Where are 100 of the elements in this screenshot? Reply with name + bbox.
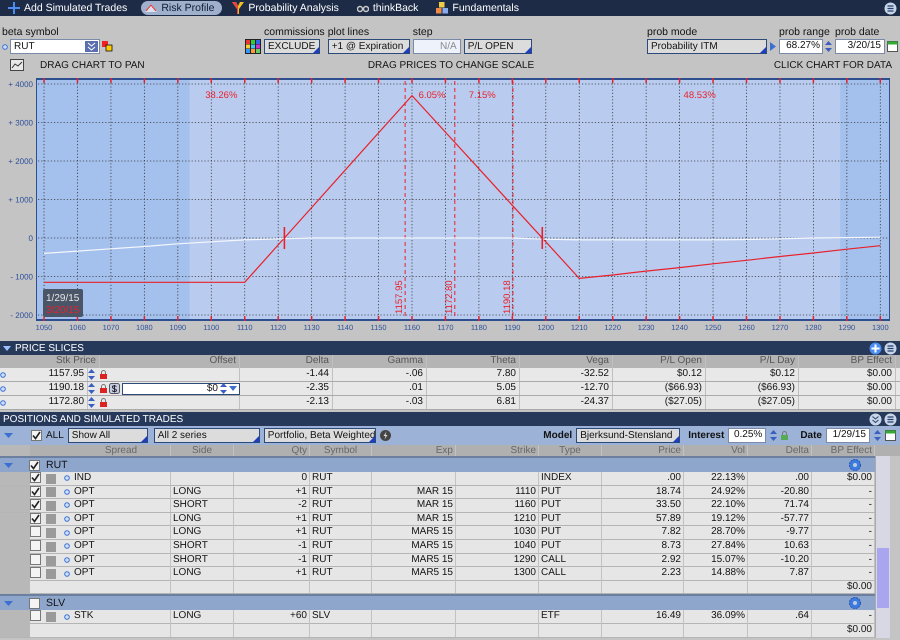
- field-label: step: [412, 26, 434, 38]
- filter-dropdown[interactable]: Show All: [68, 428, 148, 443]
- grid-icon[interactable]: [245, 39, 261, 54]
- lightning-icon[interactable]: [380, 430, 391, 441]
- tab[interactable]: thinkBack: [352, 1, 426, 15]
- color-swatch: [46, 514, 56, 524]
- prob-date-field[interactable]: 3/20/15: [835, 39, 885, 54]
- table-cell: $0.00: [799, 382, 896, 395]
- lock-icon[interactable]: [100, 370, 107, 379]
- collapse-icon[interactable]: [3, 346, 11, 350]
- color-swatch: [46, 474, 56, 484]
- interest-field[interactable]: 0.25%: [728, 428, 766, 443]
- pl-mode-dropdown[interactable]: P/L OPEN: [464, 39, 532, 54]
- field-label: prob date: [835, 26, 880, 38]
- table-cell: ($66.93): [706, 382, 799, 395]
- color-swatch: [46, 500, 56, 511]
- checkbox[interactable]: [30, 472, 41, 483]
- table-cell: 6.81: [427, 396, 520, 409]
- step-field[interactable]: N/A: [412, 39, 461, 54]
- scrollbar[interactable]: [875, 456, 890, 638]
- calendar-icon[interactable]: [885, 430, 896, 441]
- menu-icon[interactable]: [884, 2, 897, 14]
- dollar-icon[interactable]: [109, 383, 120, 394]
- checkbox[interactable]: [30, 512, 41, 524]
- price-slice-label: 1157.95: [394, 280, 406, 314]
- color-swatch: [46, 542, 56, 552]
- calendar-icon[interactable]: [887, 41, 898, 52]
- field-label: beta symbol: [2, 26, 60, 38]
- prob-mode-dropdown[interactable]: Probability ITM: [647, 39, 767, 54]
- prob-range-field[interactable]: 68.27%: [779, 39, 823, 54]
- checkbox[interactable]: [30, 567, 41, 578]
- y-axis-label: 0: [28, 234, 33, 243]
- probability-label: 7.15%: [468, 90, 496, 101]
- settings-icon[interactable]: [849, 459, 861, 471]
- dropdown-icon[interactable]: [85, 41, 98, 52]
- color-swatch: [46, 487, 56, 498]
- filter-dropdown[interactable]: All 2 series: [154, 428, 260, 443]
- table-cell: ($27.05): [706, 396, 799, 409]
- dot-icon: [64, 557, 70, 564]
- add-icon[interactable]: [869, 342, 882, 354]
- table-cell: $0.00: [799, 396, 896, 409]
- tab[interactable]: Fundamentals: [432, 1, 527, 15]
- checkbox[interactable]: [29, 460, 40, 470]
- symbol-field[interactable]: RUT: [10, 39, 100, 54]
- spinner-icon[interactable]: [88, 369, 95, 380]
- menu-icon[interactable]: [884, 412, 897, 426]
- model-dropdown[interactable]: Bjerksund-Stensland: [576, 428, 680, 443]
- table-cell: .00: [748, 472, 812, 485]
- spinner-icon[interactable]: [88, 383, 95, 394]
- checkbox[interactable]: [29, 598, 40, 609]
- y-axis-label: + 3000: [8, 118, 33, 128]
- tab[interactable]: Risk Profile: [141, 1, 222, 15]
- table-cell: RUT: [310, 499, 372, 512]
- probability-label: 6.05%: [418, 90, 446, 101]
- checkbox[interactable]: [31, 430, 42, 441]
- table-cell: OPT: [72, 499, 171, 512]
- price-slice-label: 1190.18: [502, 280, 513, 314]
- table-cell: RUT: [310, 472, 372, 485]
- group-name: SLV: [46, 597, 66, 610]
- date-field[interactable]: 1/29/15: [826, 428, 870, 443]
- chart-icon[interactable]: [10, 59, 24, 71]
- lock-icon[interactable]: [100, 384, 107, 393]
- table-cell: 1157.95: [10, 368, 88, 381]
- dot-icon: [64, 570, 70, 577]
- table-cell: MAR 15: [372, 499, 456, 512]
- price-slice-line[interactable]: [512, 80, 514, 318]
- color-swatch: [46, 528, 56, 538]
- scroll-thumb[interactable]: [877, 548, 889, 608]
- checkbox[interactable]: [30, 486, 41, 497]
- color-swatch: [46, 612, 56, 622]
- tab[interactable]: Add Simulated Trades: [4, 1, 136, 15]
- checkbox[interactable]: [30, 610, 41, 622]
- menu-icon[interactable]: [884, 342, 897, 354]
- plot-lines-dropdown[interactable]: +1 @ Expiration: [328, 39, 410, 54]
- lock-icon[interactable]: [100, 398, 107, 407]
- checkbox[interactable]: [30, 540, 41, 551]
- table-cell: 7.80: [427, 368, 520, 381]
- y-axis-label: - 1000: [10, 272, 33, 282]
- table-cell: 1190.18: [10, 382, 88, 395]
- play-icon[interactable]: [770, 42, 776, 51]
- settings-icon[interactable]: [849, 597, 861, 610]
- group-name: RUT: [46, 459, 68, 471]
- dot-icon: [64, 475, 70, 481]
- field-label: prob mode: [647, 26, 698, 38]
- blocks-icon: [436, 2, 448, 14]
- commissions-dropdown[interactable]: EXCLUDE: [264, 39, 320, 54]
- field-label: Model: [543, 430, 572, 441]
- table-cell: 33.50: [602, 499, 684, 512]
- checkbox[interactable]: [30, 554, 41, 565]
- checkbox[interactable]: [30, 499, 41, 510]
- hint-text: DRAG CHART TO PAN: [40, 60, 145, 70]
- table-cell: -1.44: [240, 368, 333, 381]
- lock-icon[interactable]: [781, 431, 788, 440]
- tab[interactable]: Probability Analysis: [228, 1, 347, 15]
- filter-dropdown[interactable]: Portfolio, Beta Weighted: [264, 428, 376, 443]
- collapse-icon[interactable]: [869, 412, 882, 426]
- spinner-icon[interactable]: [88, 397, 95, 408]
- table-cell: -24.37: [520, 396, 613, 409]
- squares-icon[interactable]: [102, 41, 113, 52]
- checkbox[interactable]: [30, 526, 41, 538]
